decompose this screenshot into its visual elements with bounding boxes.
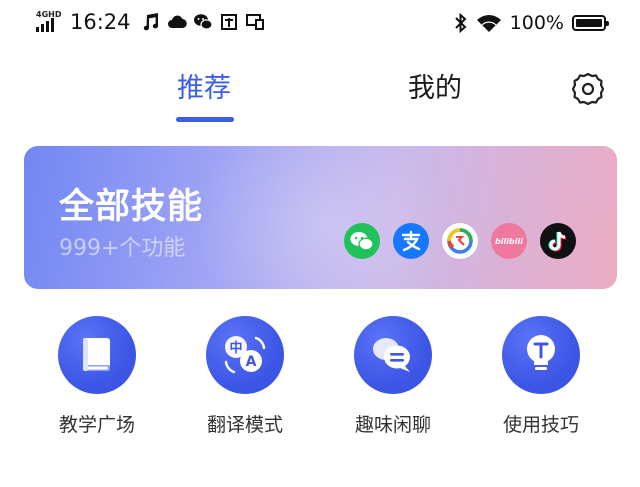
bilibili-app-icon: bilibili bbox=[491, 223, 527, 259]
status-left: 4GHD 16:24 bbox=[36, 10, 265, 34]
gear-icon[interactable] bbox=[570, 71, 606, 107]
feature-icon-circle: 中 A bbox=[206, 316, 284, 394]
status-right: 100% bbox=[454, 12, 609, 34]
wechat-app-icon bbox=[344, 223, 380, 259]
translate-en-glyph: A bbox=[246, 354, 257, 370]
feature-icon-circle bbox=[502, 316, 580, 394]
banner-subtitle: 999+个功能 bbox=[59, 236, 186, 261]
cast-icon bbox=[245, 14, 264, 30]
tencent-news-app-icon bbox=[442, 223, 478, 259]
music-note-icon bbox=[143, 13, 158, 31]
cellular-signal-icon: 4GHD bbox=[36, 11, 62, 33]
feature-icon-circle bbox=[58, 316, 136, 394]
feature-usage-tips[interactable]: 使用技巧 bbox=[486, 316, 596, 437]
screenshot-icon bbox=[220, 14, 237, 30]
active-tab-indicator bbox=[176, 117, 234, 122]
feature-fun-chat[interactable]: 趣味闲聊 bbox=[338, 316, 448, 437]
lightbulb-icon bbox=[527, 335, 555, 370]
feature-label: 趣味闲聊 bbox=[354, 414, 431, 436]
feature-teaching-square[interactable]: 教学广场 bbox=[42, 316, 152, 437]
bilibili-logo-text: bilibili bbox=[495, 236, 523, 246]
feature-translate-mode[interactable]: 中 A 翻译模式 bbox=[190, 316, 300, 437]
feature-label: 使用技巧 bbox=[502, 414, 579, 436]
status-bar: 4GHD 16:24 100% bbox=[0, 0, 640, 44]
wifi-icon bbox=[476, 15, 501, 32]
bluetooth-icon bbox=[454, 13, 467, 33]
cloud-icon bbox=[167, 15, 187, 29]
battery-icon bbox=[572, 15, 609, 31]
feature-label: 教学广场 bbox=[58, 414, 135, 436]
tiktok-app-icon bbox=[540, 223, 576, 259]
book-icon bbox=[83, 338, 110, 371]
battery-percent: 100% bbox=[509, 12, 564, 34]
banner-title: 全部技能 bbox=[59, 187, 204, 227]
alipay-app-icon bbox=[393, 223, 429, 259]
all-skills-banner[interactable]: 全部技能 999+个功能 bilibili bbox=[24, 146, 617, 289]
tab-recommend[interactable]: 推荐 bbox=[177, 72, 231, 106]
translate-zh-glyph: 中 bbox=[229, 340, 242, 356]
status-time: 16:24 bbox=[70, 10, 131, 34]
feature-label: 翻译模式 bbox=[206, 414, 283, 436]
wechat-icon bbox=[193, 14, 213, 30]
translate-icon: 中 A bbox=[224, 336, 266, 374]
app-icons: bilibili bbox=[344, 223, 576, 259]
chat-bubbles-icon bbox=[373, 338, 410, 372]
tab-mine[interactable]: 我的 bbox=[408, 72, 462, 106]
feature-icon-circle bbox=[354, 316, 432, 394]
